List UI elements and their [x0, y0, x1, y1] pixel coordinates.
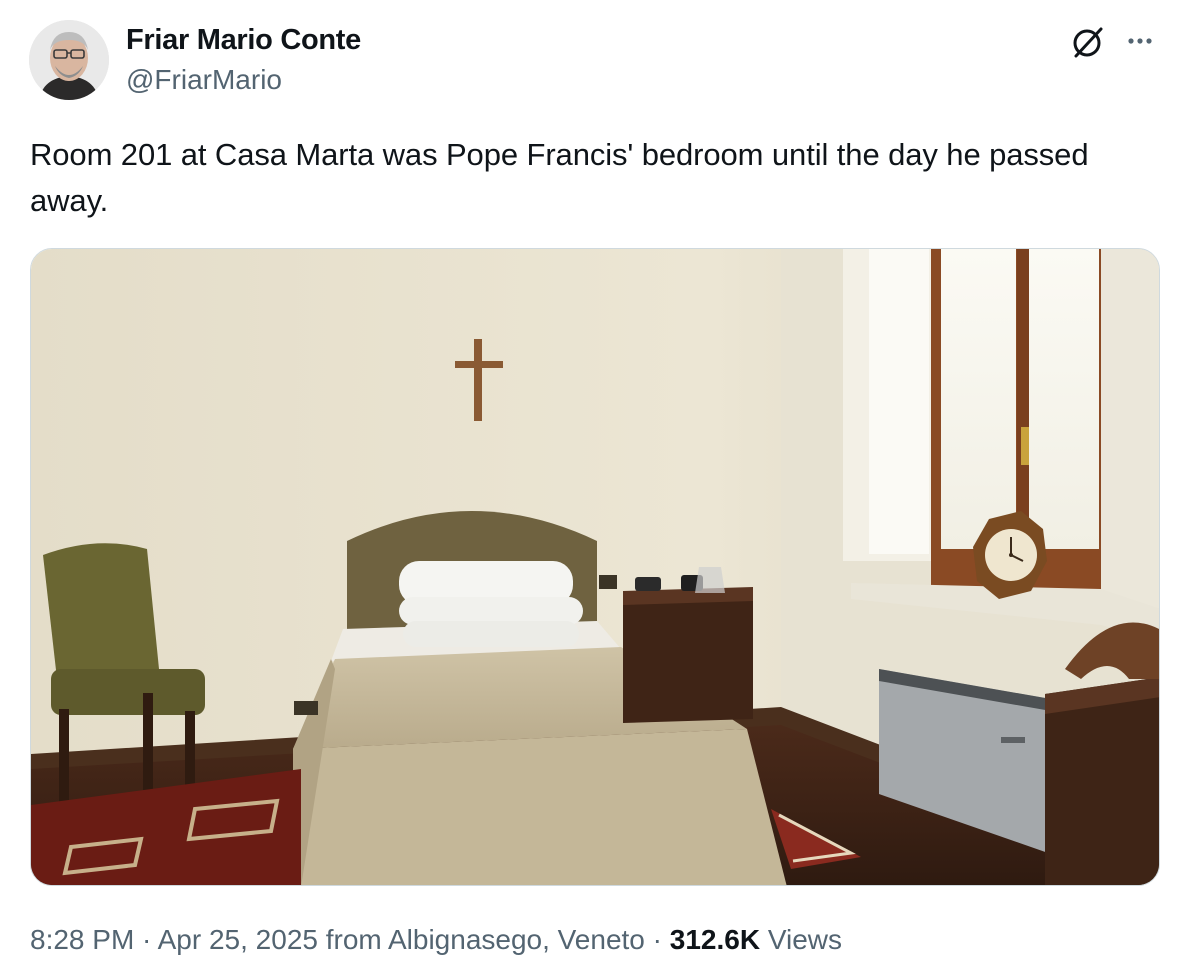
more-button[interactable] [1122, 22, 1162, 62]
tweet-location: from Albignasego, Veneto [317, 924, 645, 955]
bedroom-photo [31, 249, 1159, 885]
meta-separator: · [134, 924, 158, 955]
views-label: Views [760, 924, 843, 955]
views-count[interactable]: 312.6K [670, 924, 760, 955]
grok-button[interactable] [1068, 22, 1108, 62]
tweet-photo[interactable] [30, 248, 1160, 886]
avatar-image [29, 20, 109, 100]
author-avatar[interactable] [29, 20, 109, 100]
author-name[interactable]: Friar Mario Conte [126, 24, 361, 57]
tweet-time[interactable]: 8:28 PM [30, 924, 134, 955]
more-icon [1128, 38, 1152, 44]
tweet-text: Room 201 at Casa Marta was Pope Francis'… [30, 137, 1089, 218]
author-handle[interactable]: @FriarMario [126, 64, 282, 96]
meta-separator-2: · [644, 924, 670, 955]
tweet-date[interactable]: Apr 25, 2025 [158, 924, 318, 955]
tweet-meta: 8:28 PM · Apr 25, 2025 from Albignasego,… [30, 924, 842, 956]
grok-icon [1073, 27, 1103, 58]
